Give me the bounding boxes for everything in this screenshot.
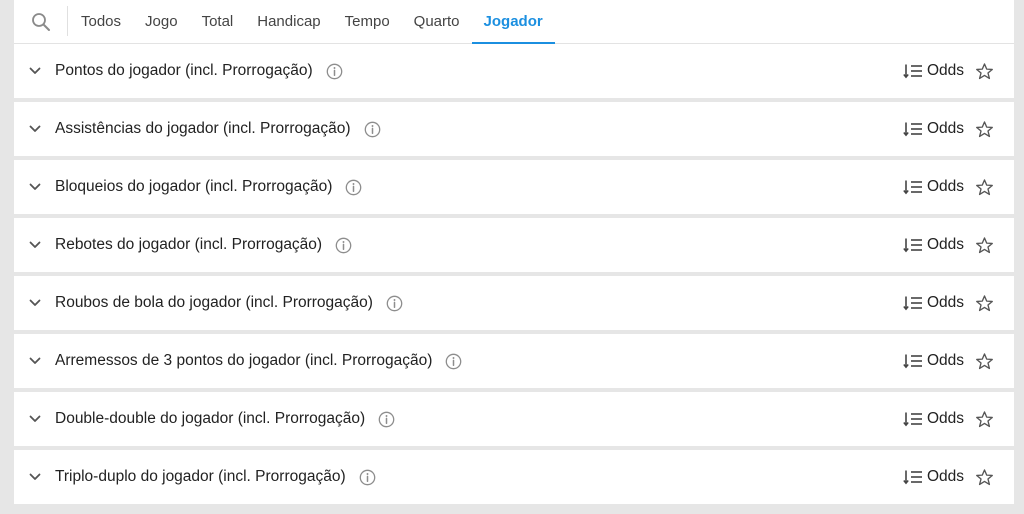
odds-label: Odds [926,410,964,427]
odds-label: Odds [926,236,964,253]
chevron-down-icon[interactable] [28,296,42,310]
sort-odds-button[interactable]: Odds [903,352,964,370]
market-list: Pontos do jogador (incl. Prorrogação) Od… [14,44,1014,504]
sort-odds-icon [903,354,922,369]
market-row-7[interactable]: Double-double do jogador (incl. Prorroga… [14,392,1014,446]
chevron-down-icon[interactable] [28,354,42,368]
info-icon[interactable] [364,121,381,138]
sort-odds-button[interactable]: Odds [903,410,964,428]
sort-odds-icon [903,64,922,79]
sort-odds-icon [903,296,922,311]
chevron-down-icon[interactable] [28,180,42,194]
tab-todos[interactable]: Todos [68,0,133,43]
tab-quarto[interactable]: Quarto [402,0,472,43]
market-title: Assistências do jogador (incl. Prorrogaç… [55,120,351,137]
sort-odds-button[interactable]: Odds [903,236,964,254]
sort-odds-button[interactable]: Odds [903,468,964,486]
info-icon[interactable] [345,179,362,196]
market-filter-tabs: Todos Jogo Total Handicap Tempo Quarto J… [14,0,1014,44]
market-row-1[interactable]: Pontos do jogador (incl. Prorrogação) Od… [14,44,1014,98]
market-title: Rebotes do jogador (incl. Prorrogação) [55,236,323,253]
chevron-down-icon[interactable] [28,122,42,136]
market-title: Bloqueios do jogador (incl. Prorrogação) [55,178,333,195]
chevron-down-icon[interactable] [28,238,42,252]
favorite-star-icon[interactable] [974,177,994,197]
chevron-down-icon[interactable] [28,64,42,78]
favorite-star-icon[interactable] [974,409,994,429]
sort-odds-icon [903,122,922,137]
market-title: Roubos de bola do jogador (incl. Prorrog… [55,294,373,311]
market-row-5[interactable]: Roubos de bola do jogador (incl. Prorrog… [14,276,1014,330]
tab-tempo[interactable]: Tempo [333,0,402,43]
sort-odds-button[interactable]: Odds [903,120,964,138]
sort-odds-button[interactable]: Odds [903,178,964,196]
search-button[interactable] [14,0,68,43]
odds-label: Odds [926,178,964,195]
tab-total[interactable]: Total [190,0,246,43]
favorite-star-icon[interactable] [974,61,994,81]
odds-label: Odds [926,294,964,311]
market-row-6[interactable]: Arremessos de 3 pontos do jogador (incl.… [14,334,1014,388]
sort-odds-button[interactable]: Odds [903,62,964,80]
markets-panel: Todos Jogo Total Handicap Tempo Quarto J… [14,0,1014,514]
info-icon[interactable] [386,295,403,312]
favorite-star-icon[interactable] [974,293,994,313]
info-icon[interactable] [378,411,395,428]
info-icon[interactable] [326,63,343,80]
odds-label: Odds [926,352,964,369]
info-icon[interactable] [335,237,352,254]
tab-jogador[interactable]: Jogador [471,0,555,44]
market-title: Triplo-duplo do jogador (incl. Prorrogaç… [55,468,346,485]
market-row-4[interactable]: Rebotes do jogador (incl. Prorrogação) O… [14,218,1014,272]
odds-label: Odds [926,468,964,485]
sort-odds-button[interactable]: Odds [903,294,964,312]
market-title: Arremessos de 3 pontos do jogador (incl.… [55,352,433,369]
market-row-3[interactable]: Bloqueios do jogador (incl. Prorrogação)… [14,160,1014,214]
favorite-star-icon[interactable] [974,351,994,371]
sort-odds-icon [903,238,922,253]
market-title: Pontos do jogador (incl. Prorrogação) [55,62,313,79]
sort-odds-icon [903,412,922,427]
market-title: Double-double do jogador (incl. Prorroga… [55,410,366,427]
odds-label: Odds [926,120,964,137]
tab-jogo[interactable]: Jogo [133,0,190,43]
market-row-2[interactable]: Assistências do jogador (incl. Prorrogaç… [14,102,1014,156]
odds-label: Odds [926,62,964,79]
favorite-star-icon[interactable] [974,235,994,255]
tab-handicap[interactable]: Handicap [245,0,332,43]
sort-odds-icon [903,470,922,485]
search-icon [32,12,50,31]
info-icon[interactable] [359,469,376,486]
info-icon[interactable] [445,353,462,370]
chevron-down-icon[interactable] [28,470,42,484]
favorite-star-icon[interactable] [974,467,994,487]
sort-odds-icon [903,180,922,195]
chevron-down-icon[interactable] [28,412,42,426]
market-row-8[interactable]: Triplo-duplo do jogador (incl. Prorrogaç… [14,450,1014,504]
favorite-star-icon[interactable] [974,119,994,139]
